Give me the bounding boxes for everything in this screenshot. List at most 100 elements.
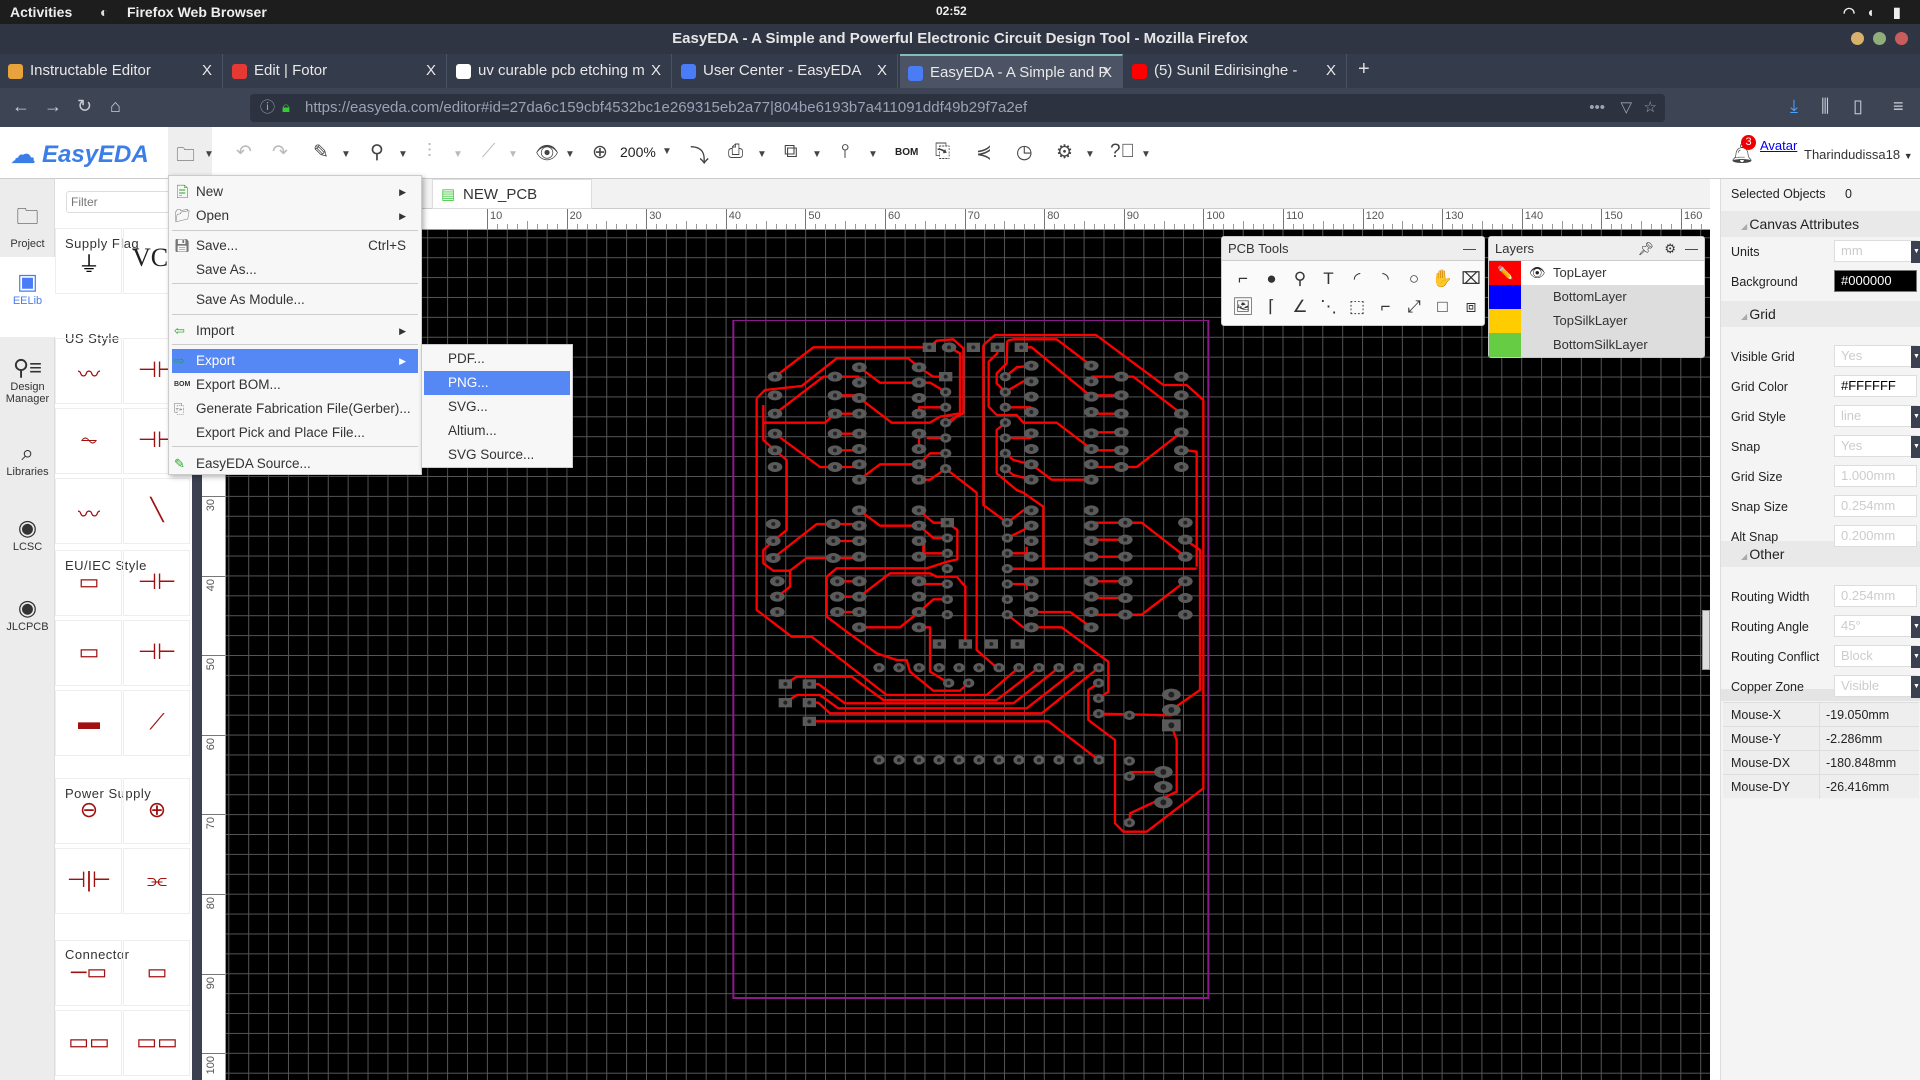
undo-icon[interactable]: ↶ <box>236 141 252 164</box>
avatar-link[interactable]: Avatar <box>1760 138 1797 153</box>
dimension-tool-icon[interactable]: ⌈ <box>1259 297 1285 323</box>
menu-item-new[interactable]: 📄︎ New ▶ <box>172 180 418 204</box>
library-symbol[interactable]: ▭▭ <box>123 1010 190 1076</box>
leftbar-item-project[interactable]: 🗀 Project <box>0 200 55 250</box>
chevron-down-icon[interactable]: ▼ <box>398 149 408 160</box>
tab-close-icon[interactable]: X <box>202 54 212 88</box>
close-window-button[interactable] <box>1895 32 1908 45</box>
library-symbol[interactable]: ─▭ <box>55 940 122 1006</box>
downloads-icon[interactable]: ⤓ <box>1790 96 1798 117</box>
tab-close-icon[interactable]: X <box>651 54 661 88</box>
library-symbol[interactable]: 〰 <box>55 478 122 544</box>
via-tool-icon[interactable]: ⚲ <box>1287 269 1313 295</box>
solid-region-tool-icon[interactable]: ⬚ <box>1344 297 1370 323</box>
library-symbol[interactable]: ⫘ <box>123 848 190 914</box>
submenu-item-svg[interactable]: SVG... <box>424 395 570 419</box>
home-icon[interactable]: ⌂ <box>110 96 121 117</box>
route-icon[interactable]: ⟋ <box>482 141 495 163</box>
library-symbol[interactable]: ⊖ <box>55 778 122 844</box>
hand-tool-icon[interactable]: ✋ <box>1430 269 1456 295</box>
submenu-item-altium[interactable]: Altium... <box>424 419 570 443</box>
menu-item-easyeda-source[interactable]: ✎ EasyEDA Source... <box>172 452 418 476</box>
chevron-down-icon[interactable]: ▼ <box>565 149 575 160</box>
submenu-item-svgsource[interactable]: SVG Source... <box>424 443 570 467</box>
chevron-down-icon[interactable]: ▼ <box>341 149 351 160</box>
library-symbol[interactable]: ⟋ <box>123 690 190 756</box>
grid-color-field[interactable]: #FFFFFF <box>1834 375 1917 397</box>
leftbar-item-libraries[interactable]: ⌕ Libraries <box>0 440 55 478</box>
redo-icon[interactable]: ↷ <box>272 141 288 164</box>
wifi-icon[interactable]: ◠ <box>1843 4 1855 21</box>
chevron-down-icon[interactable]: ▼ <box>1911 241 1920 263</box>
chevron-down-icon[interactable]: ▼ <box>453 149 463 160</box>
snap-field[interactable]: Yes ▼ <box>1834 435 1920 458</box>
browser-tab[interactable]: Instructable Editor X <box>0 54 223 88</box>
gerber-icon[interactable]: ⎘ <box>935 141 950 163</box>
help-icon[interactable]: ?⃝ <box>1110 141 1135 163</box>
arc-tool-icon[interactable]: ◜ <box>1344 269 1370 295</box>
chevron-down-icon[interactable]: ▼ <box>812 149 822 160</box>
library-symbol[interactable]: ⊕ <box>123 778 190 844</box>
leftbar-item-design-manager[interactable]: ⚲≡ Design Manager <box>0 355 55 405</box>
chevron-down-icon[interactable]: ▼ <box>1141 149 1151 160</box>
layer-color-swatch[interactable] <box>1489 285 1521 309</box>
browser-tab[interactable]: EasyEDA - A Simple and PX <box>900 54 1123 88</box>
chevron-down-icon[interactable]: ▼ <box>508 149 518 160</box>
library-symbol[interactable]: ⏦ <box>55 408 122 474</box>
zoom-icon[interactable]: ⊕ <box>592 141 608 164</box>
center-arc-tool-icon[interactable]: ◝ <box>1373 269 1399 295</box>
menu-item-import[interactable]: ⇦ Import ▶ <box>172 319 418 343</box>
layer-color-swatch[interactable] <box>1489 333 1521 357</box>
submenu-item-pdf[interactable]: PDF... <box>424 347 570 371</box>
tab-close-icon[interactable]: X <box>1326 54 1336 88</box>
layer-color-swatch[interactable]: ✏️ <box>1489 261 1521 285</box>
library-symbol[interactable]: ⊣⊢ <box>123 550 190 616</box>
alt-snap-field[interactable]: 0.200mm <box>1834 525 1917 547</box>
connect-pad-tool-icon[interactable]: ⋱ <box>1316 297 1342 323</box>
grid-size-field[interactable]: 1.000mm <box>1834 465 1917 487</box>
routing-width-field[interactable]: 0.254mm <box>1834 585 1917 607</box>
tab-close-icon[interactable]: X <box>1102 56 1112 88</box>
menu-item-export-pick-place[interactable]: Export Pick and Place File... <box>172 421 418 445</box>
chevron-down-icon[interactable]: ▼ <box>1911 406 1920 428</box>
forward-icon[interactable]: → <box>44 96 62 117</box>
chevron-down-icon[interactable]: ▼ <box>1911 346 1920 368</box>
import-changes-icon[interactable]: ⤵ <box>690 141 709 168</box>
gear-icon[interactable]: ⚙ <box>1664 237 1676 261</box>
back-icon[interactable]: ← <box>12 96 30 117</box>
align-icon[interactable]: ⫶ <box>427 141 432 163</box>
eye-icon[interactable]: 👁︎ <box>1529 261 1546 285</box>
info-icon[interactable]: ⓘ <box>260 94 275 122</box>
copper-area-tool-icon[interactable]: ⌧ <box>1458 269 1484 295</box>
gear-icon[interactable]: ⚙ <box>1056 141 1073 164</box>
clock[interactable]: 02:52 <box>936 4 967 18</box>
pad-tool-icon[interactable]: ● <box>1259 269 1285 295</box>
library-symbol[interactable]: ⊣|⊢ <box>55 848 122 914</box>
grid-style-field[interactable]: line ▼ <box>1834 405 1920 428</box>
text-tool-icon[interactable]: T <box>1316 269 1342 295</box>
library-symbol[interactable]: ⏚ <box>55 228 122 294</box>
chevron-down-icon[interactable]: ▼ <box>868 149 878 160</box>
menu-item-generate-gerber[interactable]: ⎘ Generate Fabrication File(Gerber)... <box>172 397 418 421</box>
pencil-icon[interactable]: ✎ <box>313 141 329 164</box>
right-panel-toggle[interactable] <box>1702 610 1710 670</box>
browser-tab[interactable]: uv curable pcb etching m X <box>448 54 672 88</box>
user-menu[interactable]: Tharindudissa18 ▼ <box>1804 147 1913 162</box>
library-symbol[interactable]: ▭ <box>123 940 190 1006</box>
history-icon[interactable]: ◷ <box>1016 141 1033 164</box>
leftbar-item-eelib[interactable]: ▣ EELib <box>0 257 55 337</box>
pocket-icon[interactable]: ▽ <box>1620 94 1632 122</box>
layers-header[interactable]: Layers 📌︎ ⚙ — <box>1489 237 1704 261</box>
pcb-tools-header[interactable]: PCB Tools — <box>1222 237 1484 261</box>
share-icon[interactable]: ⋞ <box>976 141 992 164</box>
board-outline-tool-icon[interactable]: ⌐ <box>1373 297 1399 323</box>
routing-conflict-field[interactable]: Block ▼ <box>1834 645 1920 668</box>
rectangle-tool-icon[interactable]: □ <box>1430 297 1456 323</box>
page-actions-icon[interactable]: ••• <box>1589 94 1605 122</box>
layer-row[interactable]: TopSilkLayer <box>1489 309 1704 333</box>
browser-tab[interactable]: User Center - EasyEDA X <box>673 54 898 88</box>
minimize-icon[interactable]: — <box>1463 237 1476 261</box>
bookmark-star-icon[interactable]: ☆ <box>1644 94 1657 122</box>
bom-button[interactable]: BOM <box>895 147 918 158</box>
snap-size-field[interactable]: 0.254mm <box>1834 495 1917 517</box>
